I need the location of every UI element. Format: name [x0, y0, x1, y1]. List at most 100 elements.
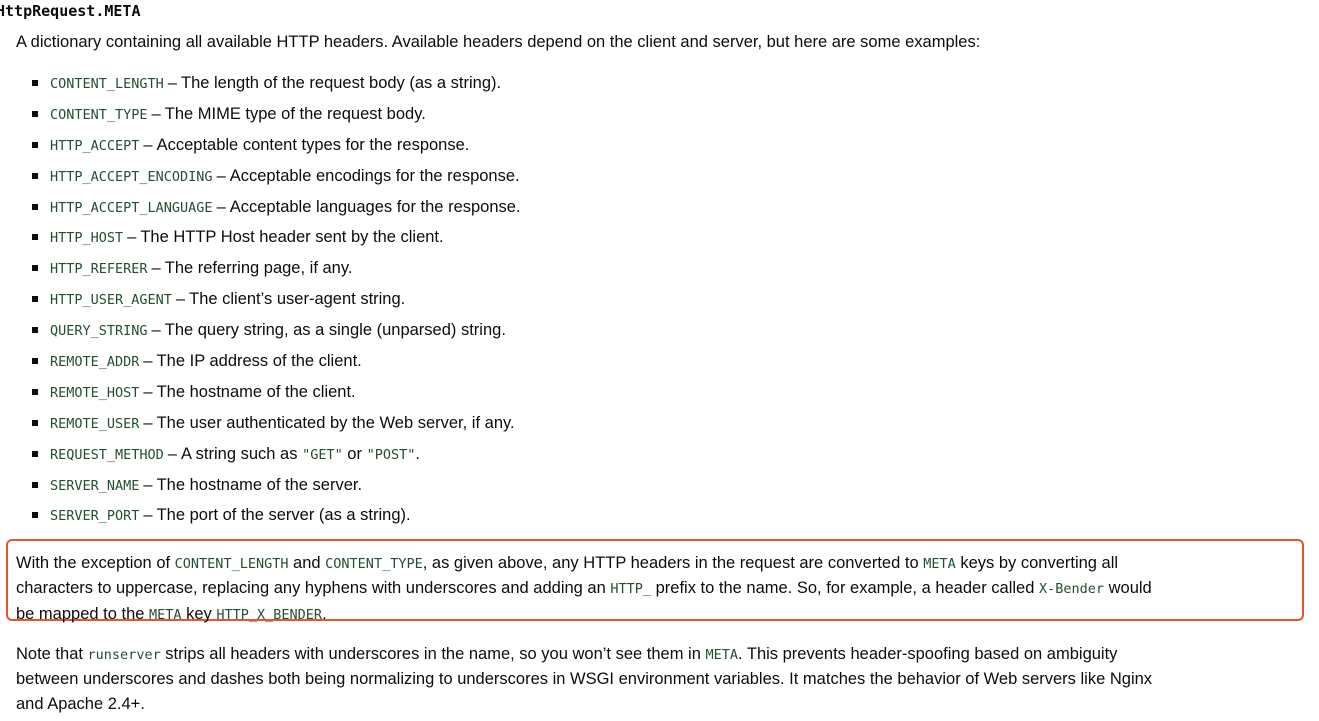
bullet-icon — [32, 512, 38, 519]
dash: – — [143, 506, 153, 525]
header-description: Acceptable languages for the response. — [229, 197, 521, 216]
list-item: HTTP_USER_AGENT – The client’s user-agent … — [0, 286, 521, 317]
inline-code: HTTP_X_BENDER — [216, 606, 323, 623]
list-item: HTTP_REFERER – The referring page, if any. — [0, 255, 521, 286]
header-name: HTTP_HOST — [50, 230, 124, 247]
header-description: The length of the request body (as a str… — [180, 74, 502, 92]
list-item: HTTP_ACCEPT – Acceptable content types for… — [0, 132, 521, 163]
text-run: , as given above, any HTTP headers in th… — [422, 554, 924, 572]
list-item: REMOTE_HOST – The hostname of the client. — [0, 379, 521, 410]
header-description: The MIME type of the request body. — [164, 104, 426, 123]
header-name: REQUEST_METHOD — [50, 446, 164, 463]
bullet-icon — [32, 80, 38, 86]
text-run: be mapped to the — [16, 604, 150, 623]
header-description: The query string, as a single (unparsed)… — [164, 321, 506, 340]
inline-code: CONTENT_LENGTH — [174, 556, 289, 572]
list-item: REMOTE_ADDR – The IP address of the client… — [0, 348, 521, 379]
inline-code: "GET" — [302, 446, 343, 463]
header-name: SERVER_PORT — [50, 508, 140, 525]
header-description: Acceptable encodings for the response. — [229, 166, 520, 185]
header-name: HTTP_ACCEPT_LANGUAGE — [50, 199, 213, 216]
inline-code: "POST" — [366, 446, 416, 463]
bullet-icon — [32, 419, 38, 426]
header-name: HTTP_ACCEPT_ENCODING — [50, 168, 213, 185]
header-description: . — [415, 444, 420, 463]
dash: – — [143, 413, 153, 432]
dash: – — [127, 228, 137, 247]
paragraph-line: between underscores and dashes both bein… — [16, 670, 1153, 689]
bullet-icon — [32, 172, 38, 179]
inline-code: CONTENT_TYPE — [325, 556, 423, 572]
header-name: CONTENT_LENGTH — [50, 76, 164, 92]
dash: – — [216, 166, 226, 185]
bullet-icon — [32, 234, 38, 241]
dash: – — [151, 259, 161, 278]
dash: – — [151, 104, 161, 123]
header-name: REMOTE_ADDR — [50, 354, 140, 371]
meta-header-list: CONTENT_LENGTH – The length of the request… — [0, 70, 521, 533]
header-name: HTTP_USER_AGENT — [50, 292, 172, 309]
dash: – — [175, 290, 186, 309]
text-run: prefix to the name. So, for example, a h… — [651, 579, 1039, 598]
bullet-icon — [32, 141, 38, 148]
header-description: A string such as — [180, 444, 298, 463]
text-run: With the exception of — [16, 554, 175, 572]
inline-code: META — [923, 556, 956, 572]
paragraph-line: With the exception of CONTENT_LENGTH and… — [16, 551, 1152, 576]
bullet-icon — [32, 296, 38, 303]
header-name: REMOTE_USER — [50, 415, 140, 432]
header-name: SERVER_NAME — [50, 477, 140, 494]
dash: – — [216, 197, 226, 216]
header-name: HTTP_REFERER — [50, 261, 148, 278]
list-item: SERVER_PORT – The port of the server (as a… — [0, 502, 521, 533]
header-description: The port of the server (as a string). — [156, 506, 411, 525]
dash: – — [167, 74, 177, 92]
highlighted-paragraph: With the exception of CONTENT_LENGTH and… — [16, 551, 1152, 627]
bullet-icon — [32, 481, 38, 488]
list-item: HTTP_ACCEPT_ENCODING – Acceptable encoding… — [0, 163, 521, 194]
inline-code: runserver — [87, 647, 161, 663]
list-item: CONTENT_TYPE – The MIME type of the reques… — [0, 101, 521, 132]
dash: – — [143, 475, 153, 494]
bullet-icon — [32, 203, 38, 210]
intro-paragraph: A dictionary containing all available HT… — [16, 33, 981, 51]
bullet-icon — [32, 450, 38, 457]
paragraph-line: and Apache 2.4+. — [16, 694, 145, 713]
header-name: HTTP_ACCEPT — [50, 137, 140, 154]
header-name: QUERY_STRING — [50, 323, 148, 340]
header-description: The HTTP Host header sent by the client. — [140, 228, 444, 247]
header-description: The IP address of the client. — [156, 352, 362, 371]
list-item: SERVER_NAME – The hostname of the server. — [0, 472, 521, 503]
text-run: keys by converting all — [955, 554, 1119, 572]
dash: – — [151, 321, 161, 340]
text-run: and — [288, 554, 326, 572]
bullet-icon — [32, 265, 38, 272]
dash: – — [143, 382, 153, 401]
bullet-icon — [32, 388, 38, 395]
paragraph-line: be mapped to the META key HTTP_X_BENDER. — [16, 602, 1152, 627]
dash: – — [143, 352, 153, 371]
page-title: HttpRequest.META — [0, 2, 141, 20]
text-run: . This prevents header-spoofing based on… — [738, 645, 1118, 663]
text-run: Note that — [16, 645, 88, 663]
list-item: REMOTE_USER – The user authenticated by th… — [0, 410, 521, 441]
header-name: REMOTE_HOST — [50, 384, 140, 401]
header-description: The user authenticated by the Web server… — [156, 413, 515, 432]
header-description: The referring page, if any. — [164, 259, 353, 278]
inline-code: HTTP_ — [610, 581, 652, 598]
header-description: The hostname of the client. — [156, 382, 356, 401]
list-item: REQUEST_METHOD – A string such as "GET" or… — [0, 441, 521, 472]
header-description: Acceptable content types for the respons… — [156, 135, 470, 154]
inline-code: META — [149, 606, 182, 623]
list-item: HTTP_HOST – The HTTP Host header sent by t… — [0, 224, 521, 255]
header-description: The client’s user-agent string. — [189, 290, 406, 309]
bullet-icon — [32, 327, 38, 334]
text-run: characters to uppercase, replacing any h… — [16, 579, 611, 598]
header-description: or — [347, 444, 362, 463]
text-run: strips all headers with underscores in t… — [160, 645, 706, 663]
paragraph-line: characters to uppercase, replacing any h… — [16, 576, 1152, 601]
bullet-icon — [32, 110, 38, 117]
dash: – — [143, 135, 153, 154]
inline-code: X-Bender — [1038, 581, 1105, 598]
bullet-icon — [32, 358, 38, 365]
